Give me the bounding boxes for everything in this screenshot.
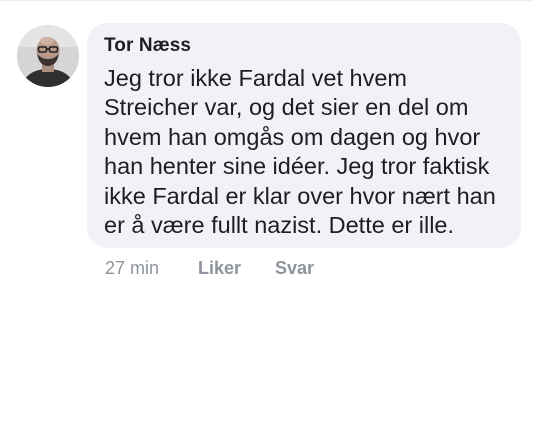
avatar-photo-icon <box>17 25 79 87</box>
comment-text-line: er å være fullt nazist. Dette er ille. <box>104 212 455 239</box>
author-name[interactable]: Tor Næss <box>104 35 505 57</box>
reply-button[interactable]: Svar <box>275 256 314 280</box>
comment-text-line: ikke Fardal er klar over hvor nært han <box>104 182 496 209</box>
comment-timestamp[interactable]: 27 min <box>105 256 159 280</box>
comment-text-line: hvem han omgås om dagen og hvor <box>104 123 481 150</box>
comment-text-line: Jeg tror ikke Fardal vet hvem <box>104 65 407 91</box>
comment-bubble: Tor Næss Jeg tror ikke Fardal vet hvem S… <box>87 23 521 248</box>
comment: Tor Næss Jeg tror ikke Fardal vet hvem S… <box>0 0 533 439</box>
comment-text: Jeg tror ikke Fardal vet hvem Streicher … <box>104 64 505 240</box>
comment-text-line: Streicher var, og det sier en del om <box>104 94 469 121</box>
author-avatar[interactable] <box>17 25 79 87</box>
comment-text-line: han henter sine idéer. Jeg tror faktisk <box>104 153 490 180</box>
like-button[interactable]: Liker <box>198 256 241 280</box>
